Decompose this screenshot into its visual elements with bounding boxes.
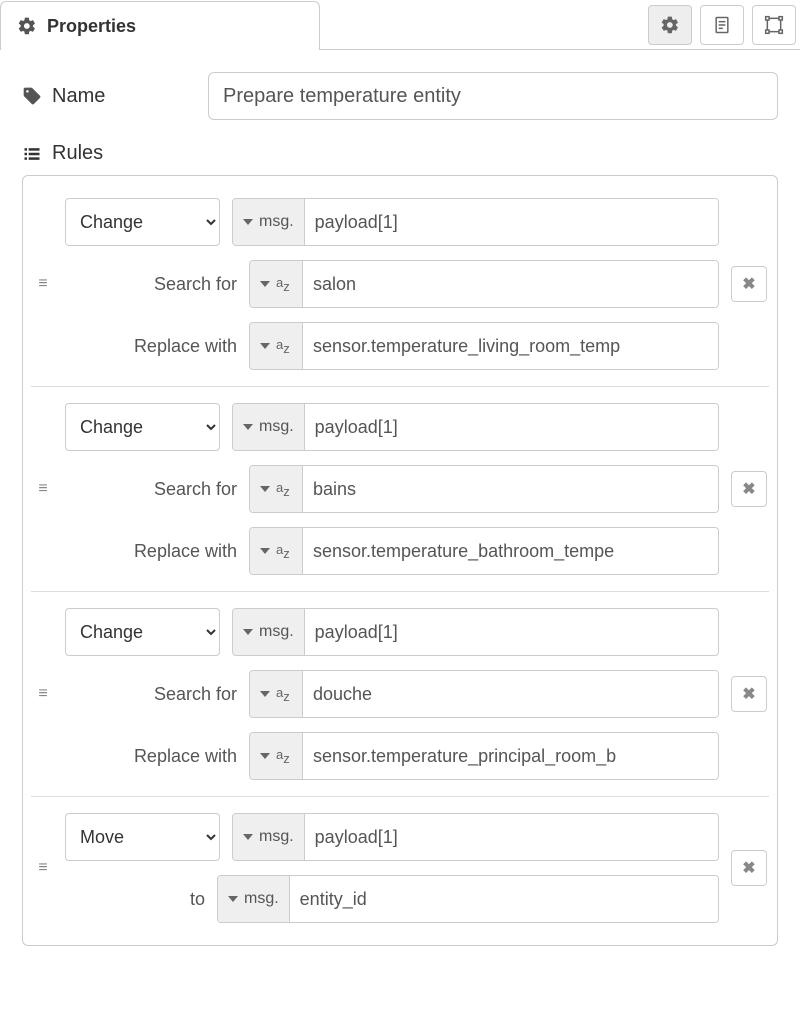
- rules-label-text: Rules: [52, 142, 103, 165]
- search-input-value[interactable]: [303, 671, 718, 717]
- bounding-box-icon: [764, 15, 784, 35]
- rule-row: ≡ ChangeMove msg. to msg. ✖: [31, 797, 769, 939]
- target-input-value[interactable]: [305, 609, 718, 655]
- rule-action-select[interactable]: ChangeMove: [65, 813, 220, 861]
- type-selector-string[interactable]: az: [250, 733, 303, 779]
- type-selector-string[interactable]: az: [250, 528, 303, 574]
- type-selector-string[interactable]: az: [250, 466, 303, 512]
- type-selector-msg[interactable]: msg.: [233, 199, 305, 245]
- drag-handle[interactable]: ≡: [33, 686, 53, 702]
- tab-description-button[interactable]: [700, 5, 744, 45]
- to-input: msg.: [217, 875, 719, 923]
- to-label: to: [65, 889, 205, 910]
- rule-action-select[interactable]: ChangeMove: [65, 403, 220, 451]
- to-input-value[interactable]: [290, 876, 718, 922]
- search-input-value[interactable]: [303, 466, 718, 512]
- replace-input: az: [249, 527, 719, 575]
- name-label-text: Name: [52, 85, 105, 108]
- tab-properties-button[interactable]: [648, 5, 692, 45]
- type-selector-string[interactable]: az: [250, 671, 303, 717]
- rule-action-select[interactable]: ChangeMove: [65, 608, 220, 656]
- rules-list: ≡ ChangeMove msg. Search for az Replace with a…: [22, 175, 778, 946]
- drag-handle[interactable]: ≡: [33, 481, 53, 497]
- search-input: az: [249, 260, 719, 308]
- replace-with-label: Replace with: [65, 336, 237, 357]
- tab-appearance-button[interactable]: [752, 5, 796, 45]
- replace-input-value[interactable]: [303, 528, 718, 574]
- rule-row: ≡ ChangeMove msg. Search for az Replace with a…: [31, 387, 769, 592]
- search-input-value[interactable]: [303, 261, 718, 307]
- name-input[interactable]: [208, 72, 778, 120]
- type-selector-string[interactable]: az: [250, 261, 303, 307]
- delete-rule-button[interactable]: ✖: [731, 266, 767, 302]
- target-input: msg.: [232, 403, 719, 451]
- tab-properties[interactable]: Properties: [0, 1, 320, 50]
- replace-input: az: [249, 732, 719, 780]
- gear-icon: [660, 15, 680, 35]
- replace-with-label: Replace with: [65, 746, 237, 767]
- delete-rule-button[interactable]: ✖: [731, 471, 767, 507]
- type-selector-msg[interactable]: msg.: [218, 876, 290, 922]
- type-selector-msg[interactable]: msg.: [233, 404, 305, 450]
- delete-rule-button[interactable]: ✖: [731, 676, 767, 712]
- rule-row: ≡ ChangeMove msg. Search for az Replace with a…: [31, 592, 769, 797]
- replace-input: az: [249, 322, 719, 370]
- target-input-value[interactable]: [305, 814, 718, 860]
- tag-icon: [22, 86, 42, 106]
- type-selector-msg[interactable]: msg.: [233, 609, 305, 655]
- tab-bar: Properties: [0, 0, 800, 50]
- replace-with-label: Replace with: [65, 541, 237, 562]
- rules-label: Rules: [22, 142, 778, 165]
- target-input: msg.: [232, 198, 719, 246]
- search-input: az: [249, 465, 719, 513]
- replace-input-value[interactable]: [303, 323, 718, 369]
- target-input-value[interactable]: [305, 404, 718, 450]
- search-for-label: Search for: [65, 479, 237, 500]
- search-for-label: Search for: [65, 684, 237, 705]
- type-selector-msg[interactable]: msg.: [233, 814, 305, 860]
- replace-input-value[interactable]: [303, 733, 718, 779]
- drag-handle[interactable]: ≡: [33, 276, 53, 292]
- search-for-label: Search for: [65, 274, 237, 295]
- rule-row: ≡ ChangeMove msg. Search for az Replace with a…: [31, 182, 769, 387]
- tab-title: Properties: [47, 16, 136, 37]
- delete-rule-button[interactable]: ✖: [731, 850, 767, 886]
- target-input: msg.: [232, 813, 719, 861]
- search-input: az: [249, 670, 719, 718]
- name-label: Name: [22, 85, 192, 108]
- document-icon: [712, 15, 732, 35]
- type-selector-string[interactable]: az: [250, 323, 303, 369]
- target-input: msg.: [232, 608, 719, 656]
- target-input-value[interactable]: [305, 199, 718, 245]
- gear-icon: [17, 16, 37, 36]
- rule-action-select[interactable]: ChangeMove: [65, 198, 220, 246]
- drag-handle[interactable]: ≡: [33, 860, 53, 876]
- list-icon: [22, 144, 42, 164]
